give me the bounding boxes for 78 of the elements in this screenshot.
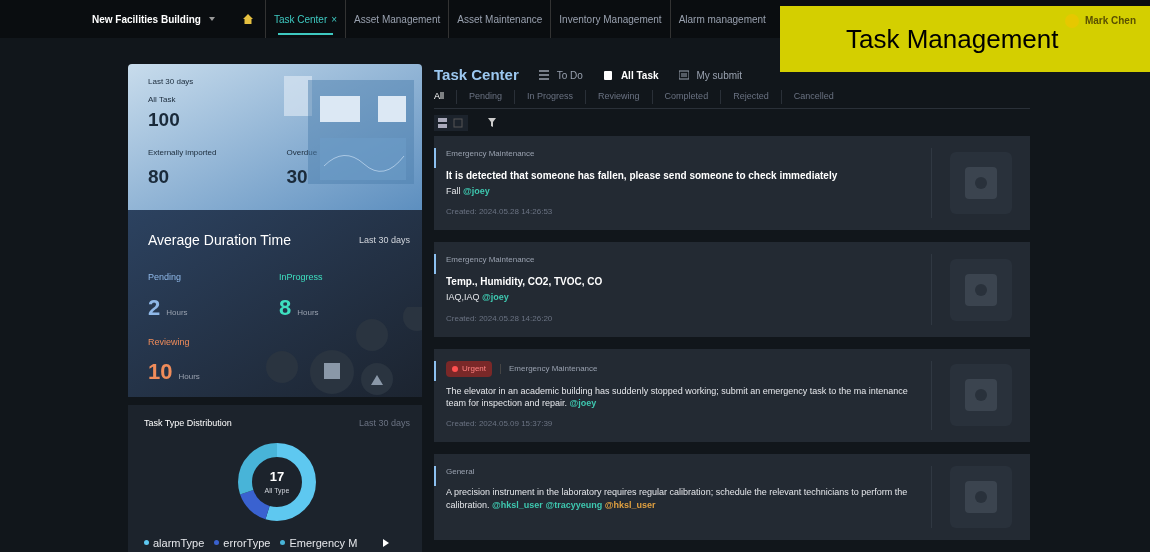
task-description: The elevator in an academic building has suddenly stopped working; submit an emergency task to the ma intenance team for inspection and repair. @joey (446, 384, 909, 410)
stat-value: 100 (148, 108, 181, 132)
duration-label: Pending (148, 271, 182, 284)
card-title: Task Type Distribution (144, 417, 232, 430)
stat-value: 80 (148, 164, 171, 189)
home-icon[interactable] (242, 14, 253, 24)
unit-label: Hours (178, 371, 200, 383)
mention-link[interactable]: @hksl_user (604, 499, 656, 510)
duration-value: 10 (148, 358, 173, 386)
duration-label: Reviewing (148, 335, 190, 349)
image-placeholder (950, 466, 1012, 528)
period-label: Last 30 days (358, 417, 410, 430)
task-description: Fall @joey (446, 184, 491, 198)
task-category: General (446, 466, 475, 478)
next-arrow-icon[interactable] (383, 538, 390, 547)
task-category: Emergency Maintenance (446, 254, 535, 267)
task-category: Emergency Maintenance (509, 362, 598, 375)
total-value: 17 (269, 467, 285, 486)
urgent-tag: Urgent (446, 360, 492, 377)
task-title: It is detected that someone has fallen, please send someone to check immediately (446, 168, 839, 183)
nav-tab[interactable]: Alarm management (669, 0, 774, 38)
created-time: Created: 2024.05.09 15:37:39 (446, 418, 554, 430)
nav-tab[interactable]: Inventory Management (550, 0, 670, 38)
view-toggle-icon[interactable] (434, 114, 468, 131)
task-description: IAQ,IAQ @joey (446, 291, 510, 305)
stat-label: All Task (148, 94, 177, 106)
filter-tab[interactable]: Rejected (721, 90, 782, 104)
task-card[interactable]: Emergency Maintenance It is detected that someone has fallen, please send someone to check immediately Fall @joey Created: 2024.05.28 14:26:53 (434, 135, 1030, 231)
view-tab[interactable]: To Do (538, 67, 583, 83)
clipboard-icon (602, 70, 613, 80)
filter-tab[interactable]: Completed (652, 90, 722, 104)
image-placeholder (950, 364, 1012, 427)
image-placeholder (950, 152, 1012, 215)
task-description: A precision instrument in the laboratory requires regular calibration; schedule the relevant technicians to perform the calibration. @hksl_user @tracyyeung @hksl_user (446, 486, 909, 512)
period-label: Last 30 days (358, 233, 410, 247)
unit-label: Hours (166, 306, 188, 319)
filter-tab[interactable]: Pending (457, 90, 516, 104)
nav-tab[interactable]: Asset Maintenance (448, 0, 551, 38)
task-card[interactable]: General A precision instrument in the laboratory requires regular calibration; schedule the relevant technicians to perform the calibration. @hksl_user @tracyyeung @hksl_user (434, 454, 1030, 540)
duration-value: 8 (279, 293, 292, 322)
created-time: Created: 2024.05.28 14:26:53 (446, 206, 554, 219)
page-title: Task Center (434, 64, 519, 85)
task-title: Temp., Humidity, CO2, TVOC, CO (446, 275, 604, 290)
view-tab[interactable]: All Task (602, 67, 659, 83)
duration-label: InProgress (279, 271, 323, 284)
legend-label: alarmType (153, 535, 205, 551)
task-card[interactable] (434, 348, 1030, 442)
nav-tab[interactable]: Task Center × (264, 0, 346, 38)
filter-tab[interactable]: Cancelled (781, 90, 846, 104)
view-tab[interactable]: My submit (678, 67, 743, 83)
stat-label: Externally imported (148, 146, 217, 159)
duration-value: 2 (148, 293, 161, 322)
mention-link[interactable]: @joey (569, 398, 597, 409)
filter-icon[interactable] (488, 117, 498, 128)
mention-link[interactable]: @joey (482, 292, 509, 303)
period-label: Last 30 days (148, 76, 195, 88)
document-icon (678, 70, 689, 80)
filter-tab[interactable]: Reviewing (586, 90, 653, 104)
image-placeholder (950, 258, 1012, 321)
unit-label: Hours (297, 306, 319, 319)
legend-label: Emergency M (289, 535, 358, 551)
building-dropdown[interactable]: New Facilities Building (92, 11, 215, 27)
caret-icon (208, 17, 215, 21)
filter-tab[interactable]: In Progress (515, 90, 587, 104)
legend-label: errorType (223, 535, 271, 551)
task-card[interactable]: Emergency Maintenance Temp., Humidity, CO2, TVOC, CO IAQ,IAQ @joey Created: 2024.05.28 14:26:20 (434, 242, 1030, 337)
created-time: Created: 2024.05.28 14:26:20 (446, 312, 554, 325)
task-category: Emergency Maintenance (446, 147, 535, 160)
filter-tab[interactable]: All (434, 90, 457, 104)
stat-value: 30 (286, 164, 309, 189)
nav-tab[interactable]: Asset Management (345, 0, 449, 38)
list-icon (538, 70, 549, 80)
card-title: Average Duration Time (148, 231, 291, 250)
mention-link[interactable]: @tracyyeung (545, 499, 603, 510)
stat-label: Overdue (286, 146, 318, 159)
mention-link[interactable]: @hksl_user (492, 499, 543, 510)
user-name[interactable]: Mark Chen (1084, 13, 1136, 28)
mention-link[interactable]: @joey (463, 185, 490, 196)
